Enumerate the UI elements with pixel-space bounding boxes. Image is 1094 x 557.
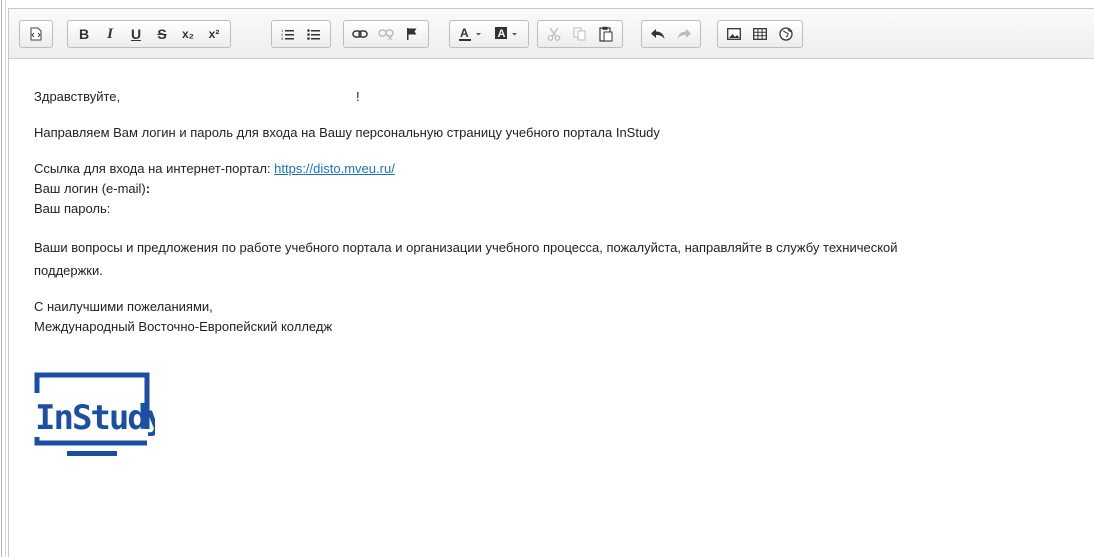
paste-button[interactable]	[594, 23, 618, 45]
anchor-button[interactable]	[400, 23, 424, 45]
login-label: Ваш логин (e-mail)	[34, 181, 146, 196]
background-color-icon: A	[495, 27, 517, 40]
image-button[interactable]	[722, 23, 746, 45]
link-button[interactable]	[348, 23, 372, 45]
link-icon	[352, 30, 368, 38]
toolbar-group-lists: 123	[271, 20, 331, 48]
copy-icon	[573, 27, 586, 41]
login-line: Ваш логин (e-mail):	[34, 179, 1074, 199]
link-line: Ссылка для входа на интернет-портал: htt…	[34, 159, 1074, 179]
bulleted-list-button[interactable]	[302, 23, 326, 45]
copy-button[interactable]	[568, 23, 592, 45]
redo-button[interactable]	[672, 23, 696, 45]
redo-icon	[677, 29, 691, 39]
globe-icon	[779, 27, 793, 41]
greeting-line: Здравствуйте, !	[34, 87, 1074, 107]
unlink-button[interactable]	[374, 23, 398, 45]
toolbar-group-document	[19, 20, 53, 48]
numbered-list-button[interactable]: 123	[276, 23, 300, 45]
signature-line: Международный Восточно-Европейский колле…	[34, 319, 333, 334]
source-icon	[30, 27, 42, 41]
scissors-icon	[547, 27, 561, 41]
strike-button[interactable]: S	[150, 23, 174, 45]
support-paragraph-line1: Ваши вопросы и предложения по работе уче…	[34, 240, 898, 255]
toolbar-group-insert	[717, 20, 803, 48]
greeting-text: Здравствуйте,	[34, 89, 121, 104]
image-icon	[727, 28, 741, 40]
toolbar-group-colors: A A	[449, 20, 529, 48]
unlink-icon	[378, 29, 394, 40]
underline-button[interactable]: U	[124, 23, 148, 45]
left-border	[1, 0, 2, 557]
superscript-button[interactable]: x²	[202, 23, 226, 45]
editor-content[interactable]: Здравствуйте, ! Направляем Вам логин и п…	[34, 87, 1074, 337]
undo-button[interactable]	[646, 23, 670, 45]
text-color-button[interactable]: A	[454, 23, 488, 45]
bulleted-list-icon	[307, 29, 320, 40]
svg-text:3: 3	[281, 36, 284, 40]
italic-button[interactable]: I	[98, 23, 122, 45]
globe-button[interactable]	[774, 23, 798, 45]
table-icon	[753, 28, 767, 40]
svg-text:InStudy: InStudy	[35, 398, 155, 438]
toolbar-group-basicstyles: B I U S x₂ x²	[67, 20, 231, 48]
editor-toolbar: B I U S x₂ x² 123 A A	[9, 9, 1094, 59]
cut-button[interactable]	[542, 23, 566, 45]
instudy-logo: InStudy	[34, 372, 155, 456]
text-color-icon: A	[459, 26, 481, 41]
rich-text-editor[interactable]: B I U S x₂ x² 123 A A Здравствуйте, ! На…	[8, 8, 1094, 557]
toolbar-group-clipboard	[537, 20, 623, 48]
login-colon: :	[145, 181, 151, 196]
greeting-exclamation: !	[356, 89, 360, 104]
numbered-list-icon: 123	[281, 28, 294, 40]
clipboard-icon	[599, 26, 613, 42]
closing-line: С наилучшими пожеланиями,	[34, 299, 213, 314]
portal-link[interactable]: https://disto.mveu.ru/	[274, 161, 395, 176]
password-line: Ваш пароль:	[34, 201, 111, 216]
flag-icon	[407, 28, 417, 40]
svg-text:A: A	[498, 28, 506, 40]
source-button[interactable]	[24, 23, 48, 45]
undo-icon	[651, 29, 665, 39]
subscript-button[interactable]: x₂	[176, 23, 200, 45]
intro-paragraph: Направляем Вам логин и пароль для входа …	[34, 125, 660, 140]
svg-text:A: A	[460, 26, 469, 40]
toolbar-group-links	[343, 20, 429, 48]
toolbar-group-undo	[641, 20, 701, 48]
table-button[interactable]	[748, 23, 772, 45]
link-label: Ссылка для входа на интернет-портал:	[34, 161, 275, 176]
left-border-inner	[5, 0, 6, 557]
support-paragraph-line2: поддержки.	[34, 263, 103, 278]
background-color-button[interactable]: A	[490, 23, 524, 45]
bold-button[interactable]: B	[72, 23, 96, 45]
